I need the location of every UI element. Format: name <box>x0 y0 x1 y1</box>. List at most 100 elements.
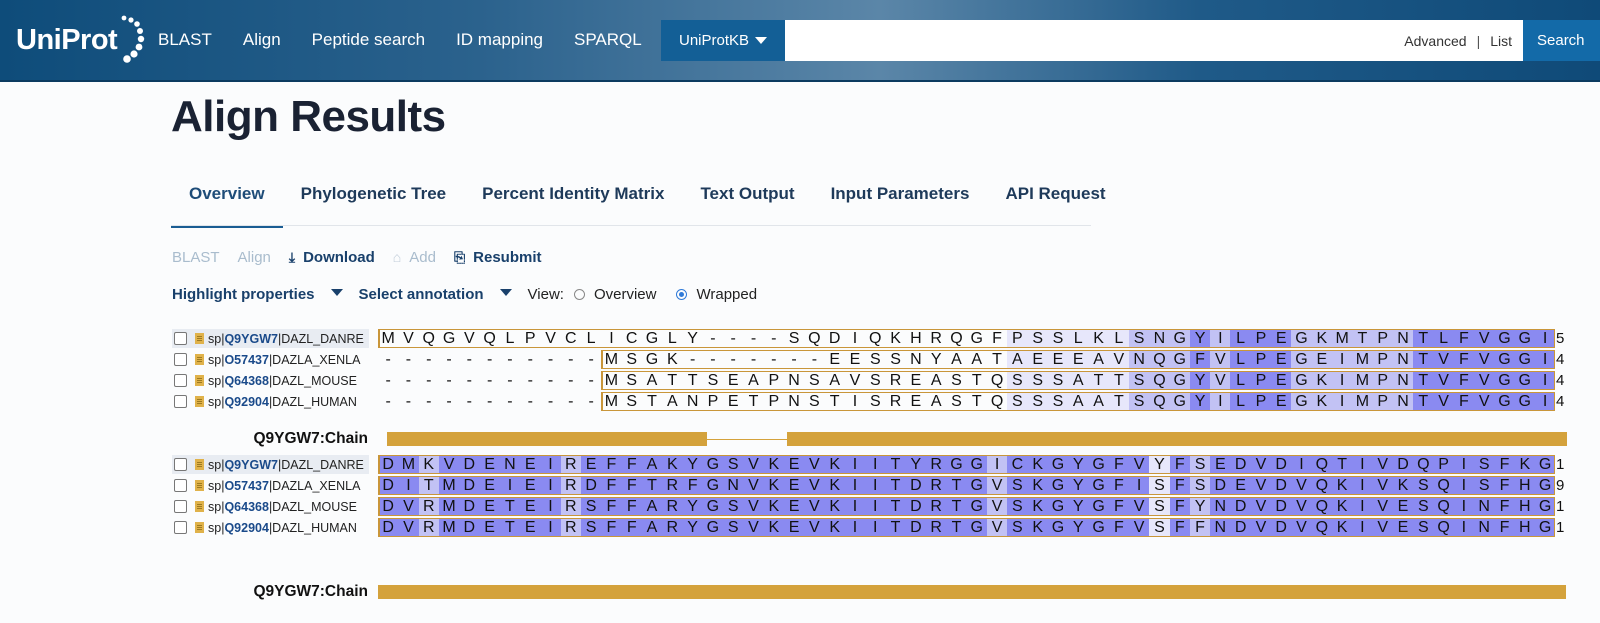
residue: D <box>378 518 399 537</box>
residue: N <box>1392 371 1414 390</box>
residue: A <box>641 497 663 516</box>
result-tabs: Overview Phylogenetic Tree Percent Ident… <box>171 170 1124 228</box>
uniprot-logo[interactable]: UniProt <box>16 14 146 66</box>
search-button[interactable]: Search <box>1523 20 1600 61</box>
residue: S <box>1149 476 1170 495</box>
residue: D <box>580 476 602 495</box>
view-overview-radio[interactable]: Overview <box>573 286 656 303</box>
residue: E <box>1027 350 1048 369</box>
gap-residue: - <box>385 393 391 410</box>
residue: I <box>844 518 866 537</box>
row-checkbox[interactable] <box>174 332 187 345</box>
residue: R <box>560 497 581 516</box>
residue: Y <box>1189 329 1211 348</box>
align-button[interactable]: Align <box>238 249 271 266</box>
nav-id-mapping[interactable]: ID mapping <box>456 30 543 50</box>
row-checkbox[interactable] <box>174 521 187 534</box>
select-annotation-dropdown[interactable]: Select annotation <box>359 286 512 303</box>
tab-text-output[interactable]: Text Output <box>682 170 812 226</box>
entry-name: |DAZLA_XENLA <box>268 478 361 493</box>
view-wrapped-radio[interactable]: Wrapped <box>676 286 757 303</box>
residue: I <box>1453 476 1475 495</box>
resubmit-button[interactable]: ⎘ Resubmit <box>454 249 542 266</box>
list-search-link[interactable]: List <box>1490 33 1512 49</box>
accession-link[interactable]: Q9YGW7 <box>224 332 278 346</box>
residue: D <box>1210 476 1231 495</box>
residue: F <box>621 518 642 537</box>
residue: R <box>662 476 683 495</box>
chain-feature-bar[interactable] <box>378 585 1566 599</box>
residue: P <box>1007 329 1028 348</box>
residue: F <box>601 518 622 537</box>
gap-residue: - <box>466 393 472 410</box>
alignment-row: sp | Q92904 |DAZL_HUMAN -----------MSTANPET… <box>172 392 1600 411</box>
highlight-properties-dropdown[interactable]: Highlight properties <box>172 286 343 303</box>
tab-overview[interactable]: Overview <box>171 170 283 228</box>
residue: E <box>1311 350 1332 369</box>
nav-align[interactable]: Align <box>243 30 281 50</box>
residue: I <box>1210 329 1231 348</box>
row-checkbox[interactable] <box>174 374 187 387</box>
residue: S <box>723 455 744 474</box>
advanced-search-link[interactable]: Advanced <box>1404 33 1466 49</box>
residue: F <box>1453 350 1475 369</box>
residue: G <box>1494 350 1515 369</box>
residue: Y <box>682 455 703 474</box>
residue: N <box>1392 392 1414 411</box>
residue: K <box>763 497 784 516</box>
accession-link[interactable]: Q9YGW7 <box>224 458 278 472</box>
residue: S <box>951 372 962 389</box>
residue: N <box>1474 518 1495 537</box>
residue: V <box>1210 371 1231 390</box>
logo-text: UniProt <box>16 24 118 56</box>
residue: Q <box>869 330 882 347</box>
nav-sparql[interactable]: SPARQL <box>574 30 642 50</box>
residue: H <box>1514 497 1535 516</box>
download-button[interactable]: ⤓ Download <box>289 249 375 266</box>
tab-api-request[interactable]: API Request <box>987 170 1123 226</box>
alignment-row: sp | O57437 |DAZLA_XENLA -----------MSGK---… <box>172 350 1600 369</box>
residue: N <box>499 455 521 474</box>
accession-link[interactable]: Q92904 <box>224 521 268 535</box>
residue: K <box>1311 329 1332 348</box>
row-checkbox[interactable] <box>174 458 187 471</box>
residue: S <box>1413 476 1434 495</box>
residue: S <box>723 497 744 516</box>
gap-residue: - <box>791 351 797 368</box>
accession-link[interactable]: Q64368 <box>224 374 268 388</box>
blast-button[interactable]: BLAST <box>172 249 220 266</box>
accession-link[interactable]: Q92904 <box>224 395 268 409</box>
gap-residue: - <box>527 372 533 389</box>
accession-link[interactable]: Q64368 <box>224 500 268 514</box>
residue: D <box>1230 455 1251 474</box>
row-checkbox[interactable] <box>174 353 187 366</box>
nav-blast[interactable]: BLAST <box>158 30 212 50</box>
add-button[interactable]: ⌂ Add <box>393 249 436 266</box>
chain-feature-bar[interactable] <box>787 432 1567 446</box>
residue: E <box>1271 350 1292 369</box>
row-checkbox[interactable] <box>174 479 187 492</box>
residue: G <box>702 455 724 474</box>
residue: V <box>804 518 825 537</box>
database-select[interactable]: UniProtKB <box>661 20 785 61</box>
row-checkbox[interactable] <box>174 395 187 408</box>
residue: K <box>1027 476 1048 495</box>
nav-peptide-search[interactable]: Peptide search <box>312 30 425 50</box>
residue: L <box>1230 329 1251 348</box>
sequence-label: sp | Q64368 |DAZL_MOUSE <box>172 497 369 516</box>
residue: R <box>662 518 683 537</box>
residue: R <box>418 518 439 537</box>
accession-link[interactable]: O57437 <box>224 479 268 493</box>
sequence-label: sp | Q92904 |DAZL_HUMAN <box>172 518 369 537</box>
accession-link[interactable]: O57437 <box>224 353 268 367</box>
chain-feature-bar[interactable] <box>387 432 707 446</box>
residue: G <box>1169 371 1190 390</box>
row-checkbox[interactable] <box>174 500 187 513</box>
tab-percent-identity-matrix[interactable]: Percent Identity Matrix <box>464 170 682 226</box>
tab-phylogenetic-tree[interactable]: Phylogenetic Tree <box>283 170 465 226</box>
residue: A <box>930 393 942 410</box>
residue: R <box>560 518 581 537</box>
residue: S <box>626 393 638 410</box>
residue: Y <box>1068 497 1089 516</box>
tab-input-parameters[interactable]: Input Parameters <box>813 170 988 226</box>
